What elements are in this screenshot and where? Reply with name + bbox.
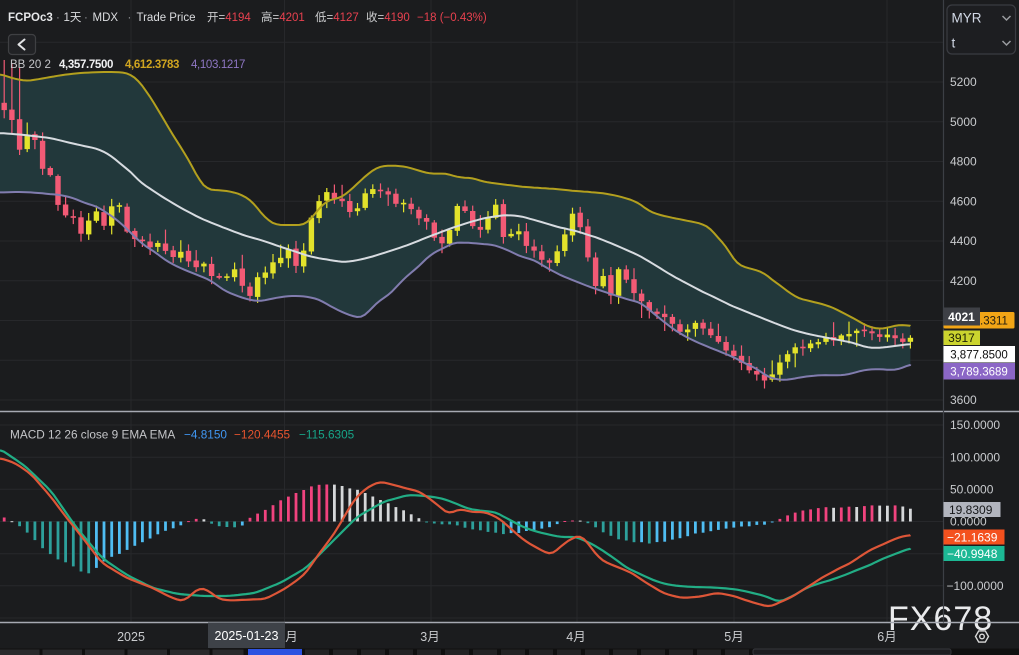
svg-text:3917: 3917 bbox=[948, 331, 975, 345]
svg-text:50.0000: 50.0000 bbox=[950, 483, 994, 497]
svg-text:·: · bbox=[84, 12, 88, 24]
svg-text:MACD 12 26 close 9 EMA EMA: MACD 12 26 close 9 EMA EMA bbox=[10, 428, 175, 442]
svg-text:−21.1639: −21.1639 bbox=[947, 531, 998, 545]
svg-text:5月: 5月 bbox=[724, 630, 743, 644]
svg-text:4400: 4400 bbox=[950, 234, 977, 248]
svg-text:6月: 6月 bbox=[877, 630, 896, 644]
svg-text:3月: 3月 bbox=[420, 630, 439, 644]
svg-text:4,612.3783: 4,612.3783 bbox=[125, 59, 179, 71]
svg-text:−100.0000: −100.0000 bbox=[947, 579, 1004, 593]
svg-text:4600: 4600 bbox=[950, 194, 977, 208]
svg-text:Trade Price: Trade Price bbox=[137, 12, 196, 24]
svg-text:5200: 5200 bbox=[950, 75, 977, 89]
svg-text:4月: 4月 bbox=[566, 630, 585, 644]
svg-text:4,357.7500: 4,357.7500 bbox=[59, 59, 113, 71]
svg-text:−18 (−0.43%): −18 (−0.43%) bbox=[417, 12, 487, 24]
svg-text:4800: 4800 bbox=[950, 155, 977, 169]
svg-text:MDX: MDX bbox=[93, 12, 119, 24]
svg-text:3,877.8500: 3,877.8500 bbox=[950, 350, 1008, 362]
svg-text:开=4194: 开=4194 bbox=[207, 12, 251, 24]
svg-text:收=4190: 收=4190 bbox=[366, 10, 410, 24]
svg-text:150.0000: 150.0000 bbox=[950, 418, 1000, 432]
svg-text:FCPOc3: FCPOc3 bbox=[8, 12, 53, 24]
svg-text:−4.8150: −4.8150 bbox=[184, 428, 227, 442]
svg-text:高=4201: 高=4201 bbox=[261, 10, 305, 24]
svg-text:2025: 2025 bbox=[117, 630, 145, 644]
svg-text:1天: 1天 bbox=[64, 12, 82, 24]
svg-text:100.0000: 100.0000 bbox=[950, 450, 1000, 464]
svg-text:−115.6305: −115.6305 bbox=[299, 428, 355, 442]
svg-text:.3311: .3311 bbox=[980, 316, 1008, 328]
svg-text:3600: 3600 bbox=[950, 393, 977, 407]
svg-text:·: · bbox=[128, 12, 132, 24]
svg-text:−120.4455: −120.4455 bbox=[234, 428, 291, 442]
svg-text:−40.9948: −40.9948 bbox=[947, 547, 998, 561]
svg-text:t: t bbox=[952, 36, 956, 51]
svg-text:BB 20 2: BB 20 2 bbox=[10, 59, 51, 71]
svg-text:·: · bbox=[56, 12, 60, 24]
svg-text:3,789.3689: 3,789.3689 bbox=[950, 367, 1008, 379]
svg-text:19.8309: 19.8309 bbox=[949, 503, 993, 517]
svg-text:2025-01-23: 2025-01-23 bbox=[215, 629, 279, 643]
svg-text:5000: 5000 bbox=[950, 115, 977, 129]
svg-text:MYR: MYR bbox=[952, 11, 982, 26]
svg-text:低=4127: 低=4127 bbox=[315, 11, 359, 24]
svg-text:4021: 4021 bbox=[948, 310, 975, 324]
svg-text:4200: 4200 bbox=[950, 274, 977, 288]
svg-text:4,103.1217: 4,103.1217 bbox=[191, 59, 245, 71]
